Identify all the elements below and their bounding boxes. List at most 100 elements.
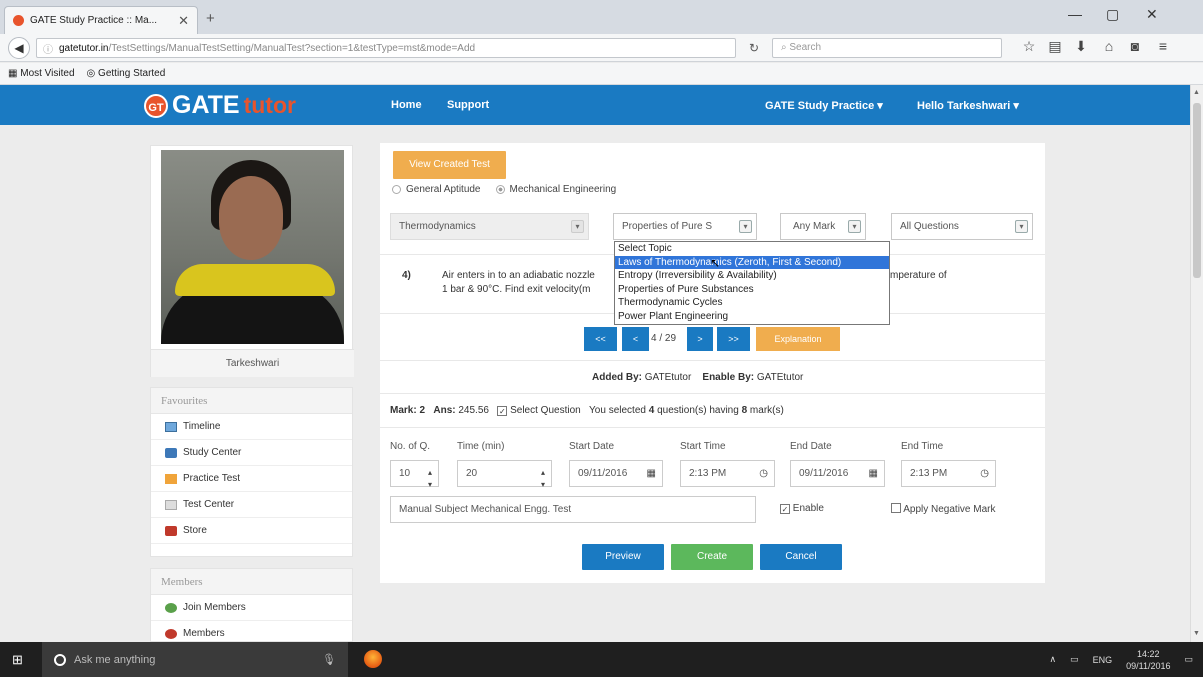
cortana-icon [54, 653, 66, 666]
negative-mark-checkbox[interactable] [891, 503, 901, 513]
clock-date: 09/11/2016 [1126, 660, 1171, 671]
negative-mark-option[interactable]: Apply Negative Mark [891, 503, 996, 515]
pager-first-button[interactable]: << [584, 327, 617, 351]
end-date-label: End Date [790, 441, 832, 452]
stepper-arrows-icon[interactable]: ▴ ▾ [428, 467, 432, 491]
topic-option-highlighted[interactable]: Laws of Thermodynamics (Zeroth, First & … [615, 255, 889, 269]
topic-option[interactable]: Entropy (Irreversibility & Availability) [615, 269, 889, 283]
topic-dropdown-list[interactable]: Select Topic Laws of Thermodynamics (Zer… [614, 241, 890, 325]
scroll-down-icon[interactable]: ▼ [1193, 630, 1200, 637]
info-icon[interactable]: ⓘ [43, 41, 53, 56]
pager-last-button[interactable]: >> [717, 327, 750, 351]
firefox-taskbar-icon[interactable] [364, 650, 382, 668]
selected-marks: 8 [741, 405, 748, 416]
topic-option[interactable]: Properties of Pure Substances [615, 283, 889, 297]
members-title: Members [151, 569, 352, 595]
nav-support[interactable]: Support [447, 99, 489, 111]
question-text-line2: 1 bar & 90°C. Find exit velocity(m [442, 284, 591, 295]
test-name-input[interactable]: Manual Subject Mechanical Engg. Test [390, 496, 756, 523]
tray-chevron-icon[interactable]: ∧ [1049, 654, 1056, 665]
home-icon[interactable]: ⌂ [1100, 38, 1118, 54]
nav-user-menu[interactable]: Hello Tarkeshwari ▾ [917, 99, 1019, 112]
divider [380, 393, 1045, 394]
mark-select[interactable]: Any Mark ▾ [780, 213, 866, 240]
windows-start-icon[interactable]: ⊞ [12, 652, 23, 668]
bookmark-star-icon[interactable]: ☆ [1020, 38, 1038, 55]
create-button[interactable]: Create [671, 544, 753, 570]
explanation-button[interactable]: Explanation [756, 327, 840, 351]
download-icon[interactable]: ⬇ [1072, 38, 1090, 55]
sidebar-item-join-members[interactable]: Join Members [151, 595, 352, 621]
minimize-icon[interactable]: — [1068, 6, 1082, 22]
tab-title: GATE Study Practice :: Ma... [30, 15, 158, 26]
sidebar-item-test-center[interactable]: Test Center [151, 492, 352, 518]
gatetutor-logo[interactable]: GT GATE tutor [144, 91, 296, 120]
preview-button[interactable]: Preview [582, 544, 664, 570]
nav-home[interactable]: Home [391, 99, 422, 111]
nav-study-practice[interactable]: GATE Study Practice ▾ [765, 99, 883, 112]
topic-select[interactable]: Properties of Pure S ▾ [613, 213, 757, 240]
maximize-icon[interactable]: ▢ [1106, 6, 1119, 23]
bookmark-getting-started[interactable]: ◎ Getting Started [87, 68, 166, 79]
no-of-q-stepper[interactable]: 10 ▴ ▾ [390, 460, 439, 489]
close-window-icon[interactable]: ✕ [1146, 6, 1158, 23]
radio-mechanical-engineering[interactable] [495, 185, 505, 194]
timeline-icon [165, 421, 177, 432]
manual-test-card: View Created Test General Aptitude Mecha… [380, 143, 1045, 583]
enable-checkbox[interactable]: ✓ [780, 504, 790, 514]
profile-photo [161, 150, 344, 344]
clock-icon[interactable]: ◷ [980, 461, 989, 486]
clipboard-icon[interactable]: ▤ [1046, 38, 1064, 55]
network-icon[interactable]: ▭ [1070, 654, 1079, 665]
url-bar[interactable]: ⓘ gatetutor.in /TestSettings/ManualTestS… [36, 38, 736, 58]
new-tab-icon[interactable]: + [206, 10, 215, 27]
browser-search-input[interactable]: ⌕ Search [772, 38, 1002, 58]
microphone-icon[interactable]: 🎙 [322, 653, 336, 666]
radio-general-aptitude[interactable] [392, 185, 401, 194]
scrollbar-thumb[interactable] [1193, 103, 1201, 278]
questions-select[interactable]: All Questions ▾ [891, 213, 1033, 240]
enable-option[interactable]: ✓ Enable [780, 503, 824, 514]
page-scrollbar[interactable]: ▲ ▼ [1190, 85, 1203, 642]
stepper-arrows-icon[interactable]: ▴ ▾ [541, 467, 545, 491]
profile-card: Tarkeshwari [150, 145, 354, 377]
cancel-button[interactable]: Cancel [760, 544, 842, 570]
end-time-input[interactable]: 2:13 PM ◷ [901, 460, 996, 487]
clock-icon[interactable]: ◷ [759, 461, 768, 486]
calendar-icon[interactable]: ▦ [647, 461, 656, 486]
subject-select[interactable]: Thermodynamics ▾ [390, 213, 589, 240]
start-date-input[interactable]: 09/11/2016 ▦ [569, 460, 663, 487]
notifications-icon[interactable]: ▭ [1184, 654, 1193, 665]
calendar-icon[interactable]: ▦ [869, 461, 878, 486]
browser-tab[interactable]: GATE Study Practice :: Ma... ✕ [4, 6, 198, 34]
reload-icon[interactable]: ↻ [744, 38, 764, 58]
start-time-input[interactable]: 2:13 PM ◷ [680, 460, 775, 487]
topic-option[interactable]: Power Plant Engineering [615, 310, 889, 324]
select-question-checkbox[interactable]: ✓ [497, 406, 508, 416]
time-stepper[interactable]: 20 ▴ ▾ [457, 460, 552, 489]
sidebar-item-timeline[interactable]: Timeline [151, 414, 352, 440]
topic-option[interactable]: Select Topic [615, 242, 889, 256]
hamburger-menu-icon[interactable]: ≡ [1154, 38, 1172, 54]
sidebar-item-study-center[interactable]: Study Center [151, 440, 352, 466]
taskbar-clock[interactable]: 14:22 09/11/2016 [1126, 648, 1170, 672]
end-date-input[interactable]: 09/11/2016 ▦ [790, 460, 885, 487]
chevron-down-icon: ▾ [848, 220, 861, 233]
sidebar-item-store[interactable]: Store [151, 518, 352, 544]
cortana-search-box[interactable]: Ask me anything 🎙 [42, 642, 348, 677]
negative-mark-label: Apply Negative Mark [903, 504, 996, 515]
start-time-label: Start Time [680, 441, 726, 452]
mouse-cursor-icon: ↖ [710, 256, 721, 270]
bookmark-most-visited[interactable]: ▦ Most Visited [8, 68, 75, 79]
view-created-test-button[interactable]: View Created Test [393, 151, 506, 179]
topic-option[interactable]: Thermodynamic Cycles [615, 296, 889, 310]
pocket-icon[interactable]: ◙ [1126, 38, 1144, 54]
chevron-down-icon: ▾ [571, 220, 584, 233]
close-tab-icon[interactable]: ✕ [178, 13, 189, 29]
sidebar-item-practice-test[interactable]: Practice Test [151, 466, 352, 492]
pager-prev-button[interactable]: < [622, 327, 649, 351]
back-arrow-icon[interactable]: ◀ [8, 37, 30, 59]
language-indicator[interactable]: ENG [1093, 655, 1113, 665]
scroll-up-icon[interactable]: ▲ [1193, 89, 1200, 96]
pager-next-button[interactable]: > [687, 327, 713, 351]
